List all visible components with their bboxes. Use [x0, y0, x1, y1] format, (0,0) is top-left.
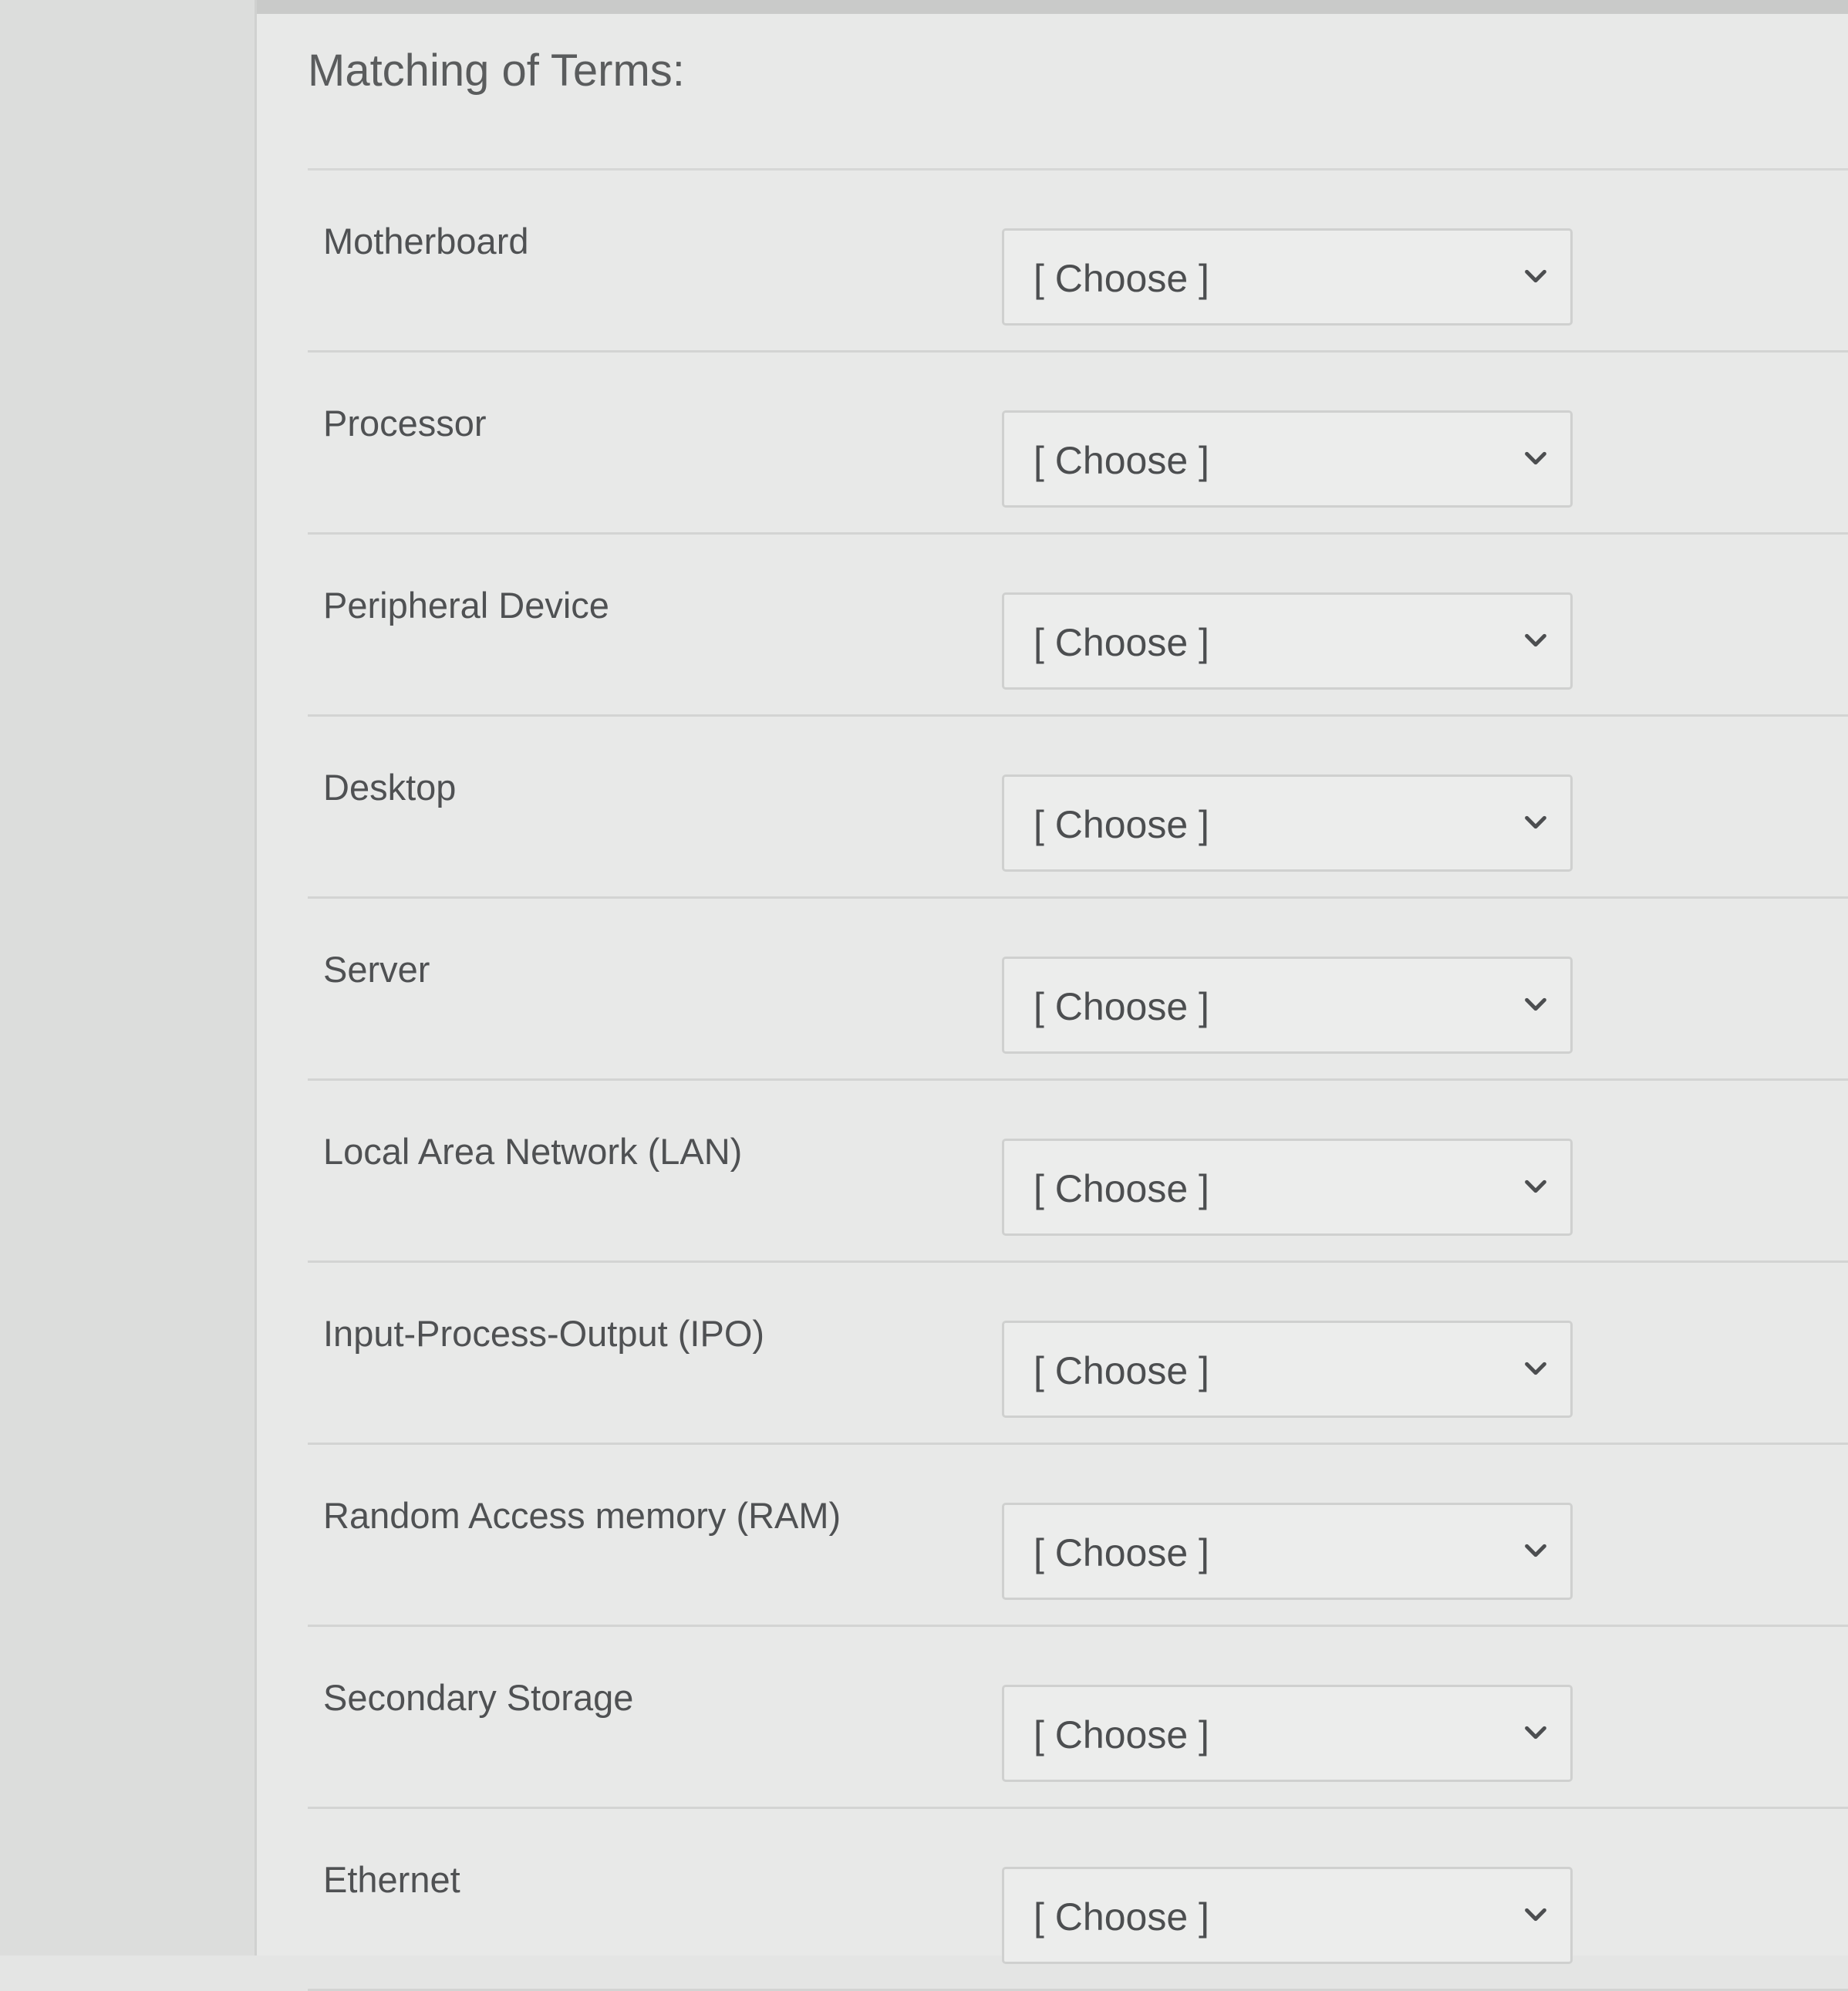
match-row: Local Area Network (LAN) [ Choose ]: [308, 1081, 1848, 1263]
chevron-down-icon: [1525, 997, 1546, 1011]
answer-dropdown[interactable]: [ Choose ]: [1002, 1321, 1573, 1418]
match-row: Random Access memory (RAM) [ Choose ]: [308, 1445, 1848, 1627]
match-row: Secondary Storage [ Choose ]: [308, 1627, 1848, 1809]
left-gutter: [0, 0, 257, 1956]
dropdown-selected-value: [ Choose ]: [1034, 257, 1209, 300]
answer-dropdown[interactable]: [ Choose ]: [1002, 1139, 1573, 1236]
matching-list: Motherboard [ Choose ] Processor [ Choose ]…: [308, 170, 1848, 1991]
match-row: Motherboard [ Choose ]: [308, 170, 1848, 353]
dropdown-selected-value: [ Choose ]: [1034, 1167, 1209, 1210]
dropdown-selected-value: [ Choose ]: [1034, 803, 1209, 846]
match-row: Processor [ Choose ]: [308, 353, 1848, 535]
dropdown-selected-value: [ Choose ]: [1034, 985, 1209, 1028]
chevron-down-icon: [1525, 451, 1546, 465]
dropdown-selected-value: [ Choose ]: [1034, 1713, 1209, 1756]
chevron-down-icon: [1525, 1362, 1546, 1375]
answer-dropdown[interactable]: [ Choose ]: [1002, 592, 1573, 690]
chevron-down-icon: [1525, 1726, 1546, 1740]
chevron-down-icon: [1525, 815, 1546, 829]
term-label: Processor: [323, 403, 487, 444]
term-label: Secondary Storage: [323, 1677, 634, 1718]
dropdown-selected-value: [ Choose ]: [1034, 1531, 1209, 1574]
match-row: Server [ Choose ]: [308, 899, 1848, 1081]
dropdown-selected-value: [ Choose ]: [1034, 439, 1209, 482]
term-label: Input-Process-Output (IPO): [323, 1313, 765, 1354]
answer-dropdown[interactable]: [ Choose ]: [1002, 1685, 1573, 1782]
term-label: Local Area Network (LAN): [323, 1131, 743, 1172]
answer-dropdown[interactable]: [ Choose ]: [1002, 410, 1573, 508]
chevron-down-icon: [1525, 633, 1546, 647]
answer-dropdown[interactable]: [ Choose ]: [1002, 957, 1573, 1054]
question-panel: Matching of Terms: Motherboard [ Choose ]…: [257, 0, 1848, 1991]
chevron-down-icon: [1525, 1544, 1546, 1557]
answer-dropdown[interactable]: [ Choose ]: [1002, 1867, 1573, 1964]
term-label: Peripheral Device: [323, 585, 609, 626]
match-row: Peripheral Device [ Choose ]: [308, 535, 1848, 717]
chevron-down-icon: [1525, 269, 1546, 283]
term-label: Ethernet: [323, 1859, 460, 1900]
top-strip: [257, 0, 1848, 14]
chevron-down-icon: [1525, 1908, 1546, 1922]
answer-dropdown[interactable]: [ Choose ]: [1002, 774, 1573, 872]
term-label: Desktop: [323, 767, 457, 808]
dropdown-selected-value: [ Choose ]: [1034, 1349, 1209, 1392]
match-row: Desktop [ Choose ]: [308, 717, 1848, 899]
term-label: Motherboard: [323, 221, 529, 262]
match-row: Input-Process-Output (IPO) [ Choose ]: [308, 1263, 1848, 1445]
chevron-down-icon: [1525, 1179, 1546, 1193]
term-label: Random Access memory (RAM): [323, 1495, 841, 1536]
term-label: Server: [323, 949, 430, 990]
dropdown-selected-value: [ Choose ]: [1034, 621, 1209, 664]
dropdown-selected-value: [ Choose ]: [1034, 1895, 1209, 1939]
answer-dropdown[interactable]: [ Choose ]: [1002, 228, 1573, 326]
answer-dropdown[interactable]: [ Choose ]: [1002, 1503, 1573, 1600]
question-title: Matching of Terms:: [308, 46, 685, 96]
match-row: Ethernet [ Choose ]: [308, 1809, 1848, 1991]
